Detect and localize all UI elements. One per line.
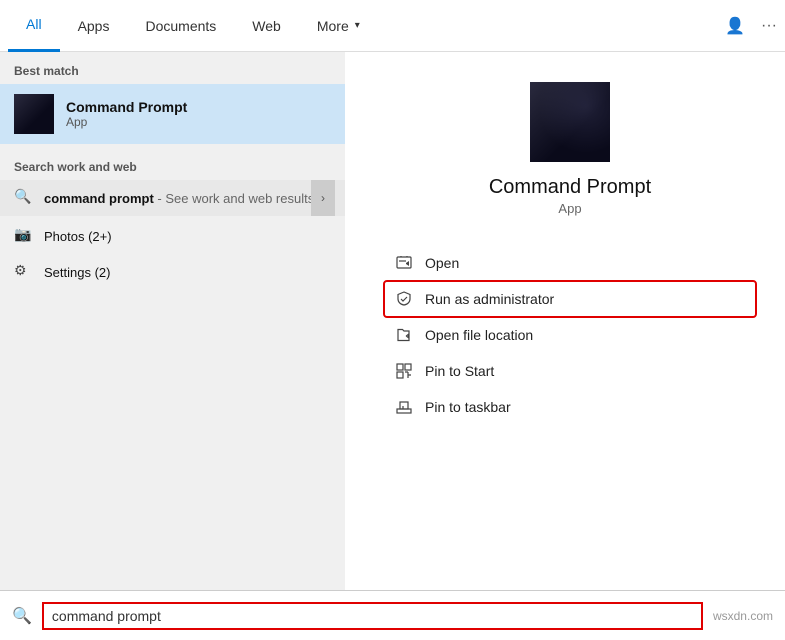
pin-start-icon xyxy=(395,362,413,380)
best-match-text: Command Prompt App xyxy=(66,99,187,129)
app-preview: Command Prompt App xyxy=(385,82,755,216)
ellipsis-icon[interactable]: ··· xyxy=(761,17,777,35)
folder-icon xyxy=(395,326,413,344)
app-preview-subtitle: App xyxy=(558,201,581,216)
tab-all[interactable]: All xyxy=(8,0,60,52)
action-pin-start-label: Pin to Start xyxy=(425,363,494,379)
chevron-down-icon: ▾ xyxy=(355,20,360,31)
action-list: Open Run as administrator xyxy=(385,246,755,424)
best-match-subtitle: App xyxy=(66,115,187,129)
app-preview-icon xyxy=(530,82,610,162)
cmd-icon xyxy=(14,94,54,134)
action-open[interactable]: Open xyxy=(385,246,755,280)
search-work-web-text: command prompt - See work and web result… xyxy=(44,190,314,206)
tab-documents[interactable]: Documents xyxy=(127,0,234,52)
photos-icon: 📷 xyxy=(14,226,34,246)
best-match-label: Best match xyxy=(0,52,345,84)
search-small-icon: 🔍 xyxy=(14,188,34,208)
top-nav: All Apps Documents Web More ▾ 👤 ··· xyxy=(0,0,785,52)
tab-more[interactable]: More ▾ xyxy=(299,0,378,52)
action-run-admin-label: Run as administrator xyxy=(425,291,554,307)
action-pin-taskbar[interactable]: Pin to taskbar xyxy=(385,390,755,424)
action-run-admin[interactable]: Run as administrator xyxy=(385,282,755,316)
search-input[interactable] xyxy=(42,602,703,630)
best-match-title: Command Prompt xyxy=(66,99,187,115)
shield-icon xyxy=(395,290,413,308)
brand-label: wsxdn.com xyxy=(713,609,773,623)
pin-taskbar-icon xyxy=(395,398,413,416)
settings-icon: ⚙ xyxy=(14,262,34,282)
best-match-item[interactable]: Command Prompt App xyxy=(0,84,345,144)
right-panel: Command Prompt App Open xyxy=(345,52,785,590)
photos-result[interactable]: 📷 Photos (2+) xyxy=(0,218,345,254)
action-open-label: Open xyxy=(425,255,459,271)
tab-apps[interactable]: Apps xyxy=(60,0,128,52)
action-open-location-label: Open file location xyxy=(425,327,533,343)
nav-right-actions: 👤 ··· xyxy=(725,16,777,36)
left-panel: Best match Command Prompt App Search wor… xyxy=(0,52,345,590)
search-icon: 🔍 xyxy=(12,606,32,626)
tab-web[interactable]: Web xyxy=(234,0,299,52)
settings-result[interactable]: ⚙ Settings (2) xyxy=(0,254,345,290)
search-work-web-item[interactable]: 🔍 command prompt - See work and web resu… xyxy=(0,180,345,216)
chevron-right-icon: › xyxy=(311,180,335,216)
photos-label: Photos (2+) xyxy=(44,229,112,244)
search-work-web-label: Search work and web xyxy=(0,148,345,180)
person-icon[interactable]: 👤 xyxy=(725,16,745,36)
settings-label: Settings (2) xyxy=(44,265,110,280)
main-content: Best match Command Prompt App Search wor… xyxy=(0,52,785,590)
action-pin-taskbar-label: Pin to taskbar xyxy=(425,399,511,415)
app-preview-title: Command Prompt xyxy=(489,176,651,199)
bottom-search-bar: 🔍 wsxdn.com xyxy=(0,590,785,640)
open-icon xyxy=(395,254,413,272)
action-open-location[interactable]: Open file location xyxy=(385,318,755,352)
action-pin-start[interactable]: Pin to Start xyxy=(385,354,755,388)
